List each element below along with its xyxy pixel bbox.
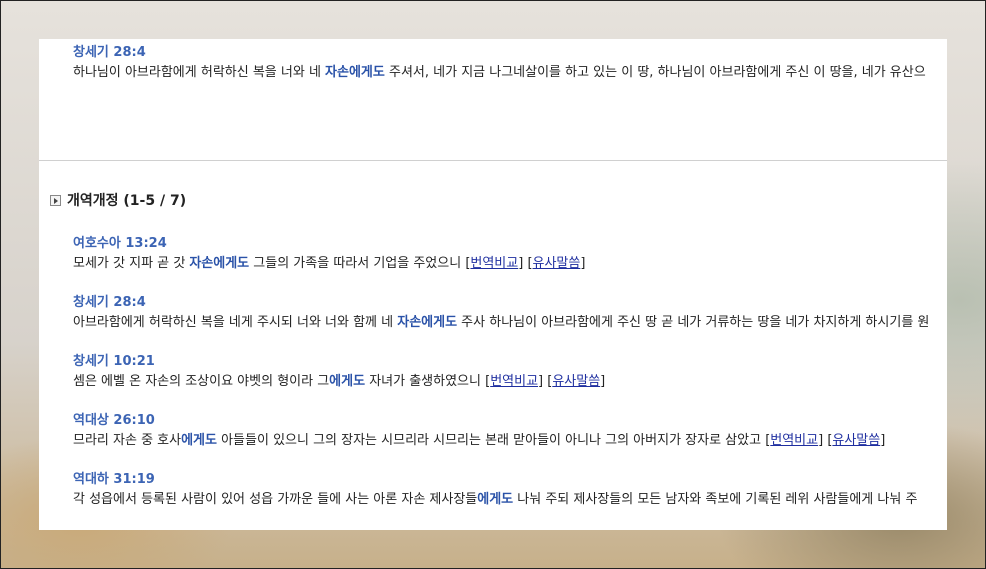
- verse-text-before: 모세가 갓 지파 곧 갓: [73, 256, 190, 271]
- result-item: 역대하 31:19 각 성읍에서 등록된 사람이 있어 성읍 가까운 들에 사는…: [73, 472, 917, 508]
- similar-verses-link[interactable]: 유사말씀: [832, 433, 880, 448]
- compare-translation-link[interactable]: 번역비교: [770, 433, 818, 448]
- section-header: 개역개정 (1-5 / 7): [50, 190, 186, 210]
- verse-text: 하나님이 아브라함에게 허락하신 복을 너와 네 자손에게도 주셔서, 네가 지…: [73, 65, 926, 81]
- verse-text-after: 그들의 가족을 따라서 기업을 주었으니: [249, 256, 466, 271]
- compare-translation-link[interactable]: 번역비교: [490, 374, 538, 389]
- verse-reference-link[interactable]: 창세기 10:21: [73, 354, 605, 370]
- verse-text: 아브라함에게 허락하신 복을 네게 주시되 너와 너와 함께 네 자손에게도 주…: [73, 315, 929, 331]
- verse-text: 셈은 에벨 온 자손의 조상이요 야벳의 형이라 그에게도 자녀가 출생하였으니…: [73, 374, 606, 389]
- verse-text-after: 자녀가 출생하였으니: [365, 374, 486, 389]
- section-divider: [39, 160, 947, 161]
- verse-text-before: 각 성읍에서 등록된 사람이 있어 성읍 가까운 들에 사는 아론 자손 제사장…: [73, 492, 478, 507]
- result-item: 여호수아 13:24 모세가 갓 지파 곧 갓 자손에게도 그들의 가족을 따라…: [73, 236, 585, 272]
- keyword-highlight: 자손에게도: [397, 315, 458, 330]
- verse-text-before: 셈은 에벨 온 자손의 조상이요 야벳의 형이라 그: [73, 374, 330, 389]
- keyword-highlight: 에게도: [477, 492, 514, 507]
- similar-verses-link[interactable]: 유사말씀: [552, 374, 600, 389]
- verse-reference-link[interactable]: 창세기 28:4: [73, 45, 926, 61]
- verse-reference-link[interactable]: 여호수아 13:24: [73, 236, 585, 252]
- result-item: 역대상 26:10 므라리 자손 중 호사에게도 아들들이 있으니 그의 장자는…: [73, 413, 885, 449]
- compare-translation-link[interactable]: 번역비교: [470, 256, 518, 271]
- keyword-highlight: 에게도: [181, 433, 217, 448]
- verse-text-after: 나눠 주되 제사장들의 모든 남자와 족보에 기록된 레위 사람들에게 나눠 주: [513, 492, 918, 507]
- search-results-panel: 창세기 28:4 하나님이 아브라함에게 허락하신 복을 너와 네 자손에게도 …: [39, 39, 947, 530]
- verse-text-after: 주사 하나님이 아브라함에게 주신 땅 곧 네가 거류하는 땅을 네가 차지하게…: [457, 315, 930, 330]
- verse-reference-link[interactable]: 역대상 26:10: [73, 413, 885, 429]
- verse-text-before: 아브라함에게 허락하신 복을 네게 주시되 너와 너와 함께 네: [73, 315, 398, 330]
- similar-verses-link[interactable]: 유사말씀: [533, 256, 581, 271]
- verse-text: 므라리 자손 중 호사에게도 아들들이 있으니 그의 장자는 시므리라 시므리는…: [73, 433, 886, 448]
- section-title: 개역개정 (1-5 / 7): [67, 193, 187, 209]
- keyword-highlight: 자손에게도: [325, 65, 385, 80]
- result-top: 창세기 28:4 하나님이 아브라함에게 허락하신 복을 너와 네 자손에게도 …: [73, 45, 926, 81]
- verse-text-after: 주셔서, 네가 지금 나그네살이를 하고 있는 이 땅, 하나님이 아브라함에게…: [384, 65, 926, 80]
- verse-text: 각 성읍에서 등록된 사람이 있어 성읍 가까운 들에 사는 아론 자손 제사장…: [73, 492, 917, 508]
- verse-reference-link[interactable]: 역대하 31:19: [73, 472, 917, 488]
- verse-text-before: 므라리 자손 중 호사: [73, 433, 182, 448]
- result-item: 창세기 28:4 아브라함에게 허락하신 복을 네게 주시되 너와 너와 함께 …: [73, 295, 929, 331]
- keyword-highlight: 에게도: [329, 374, 366, 389]
- verse-text: 모세가 갓 지파 곧 갓 자손에게도 그들의 가족을 따라서 기업을 주었으니 …: [73, 256, 586, 271]
- verse-reference-link[interactable]: 창세기 28:4: [73, 295, 929, 311]
- keyword-highlight: 자손에게도: [189, 256, 250, 271]
- expand-toggle-icon[interactable]: [50, 194, 61, 206]
- verse-text-after: 아들들이 있으니 그의 장자는 시므리라 시므리는 본래 맏아들이 아니나 그의…: [216, 433, 766, 448]
- verse-text-before: 하나님이 아브라함에게 허락하신 복을 너와 네: [73, 65, 326, 80]
- result-item: 창세기 10:21 셈은 에벨 온 자손의 조상이요 야벳의 형이라 그에게도 …: [73, 354, 605, 390]
